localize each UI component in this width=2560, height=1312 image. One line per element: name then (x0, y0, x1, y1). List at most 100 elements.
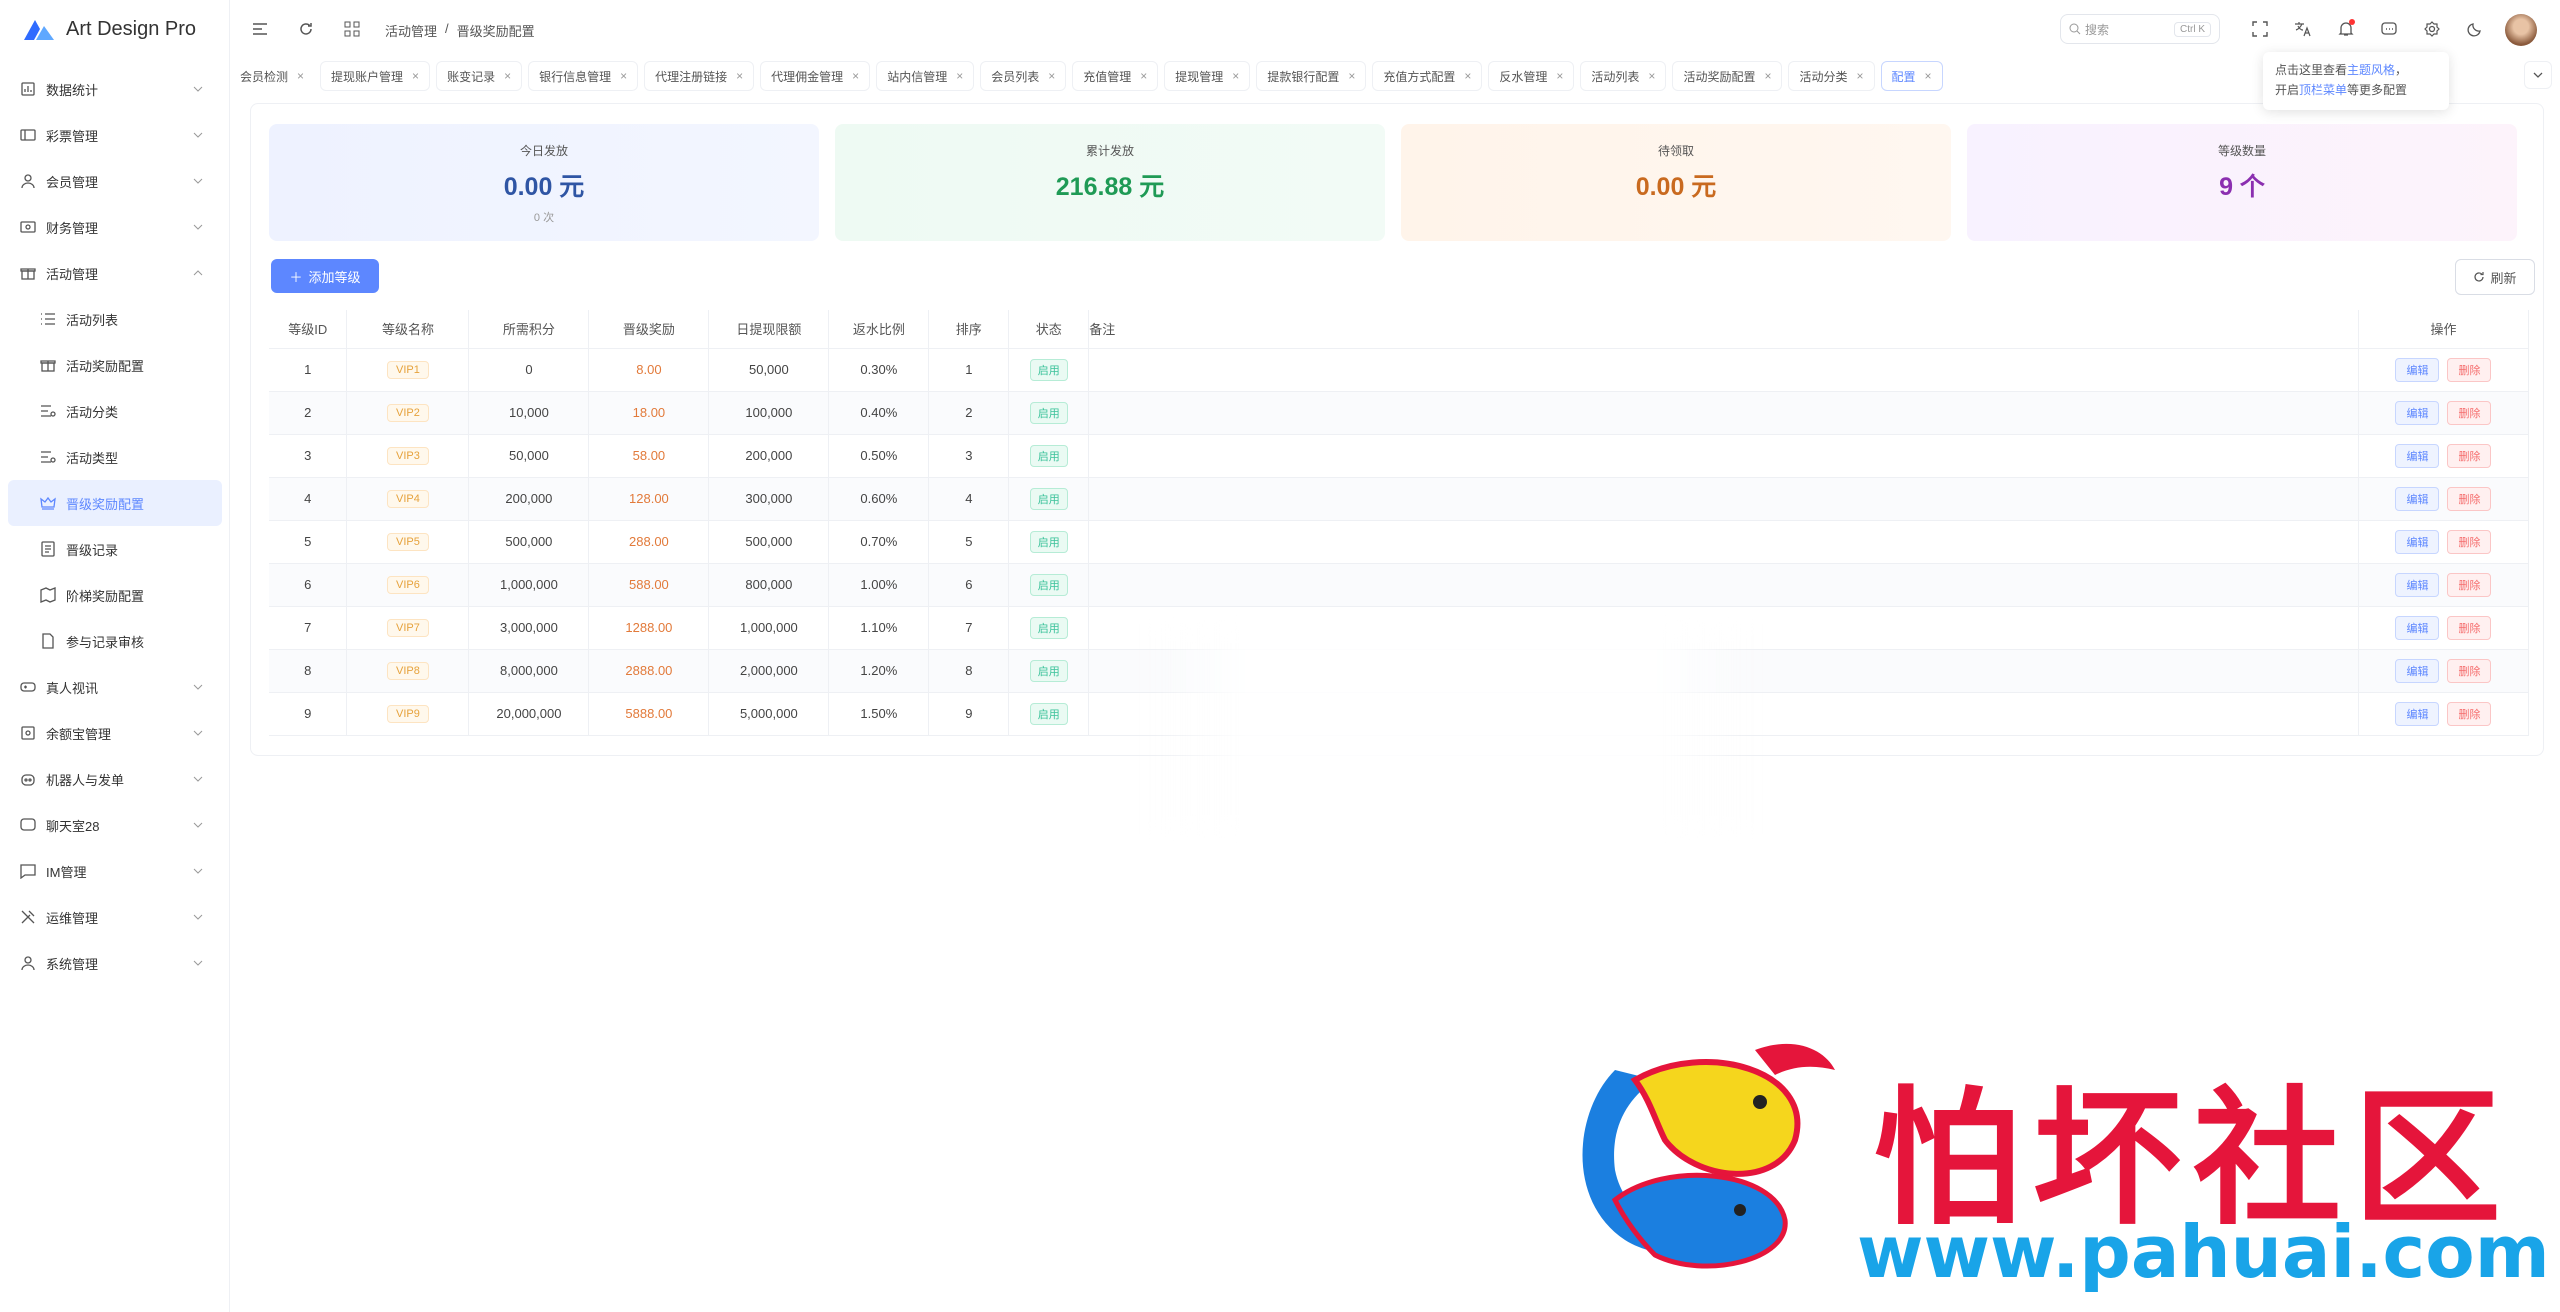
sidebar-item[interactable]: 系统管理 (0, 940, 230, 986)
close-icon[interactable]: × (620, 69, 627, 83)
sidebar-item[interactable]: IM管理 (0, 848, 230, 894)
edit-button[interactable]: 编辑 (2395, 400, 2440, 425)
delete-button[interactable]: 删除 (2447, 615, 2492, 640)
sidebar-item[interactable]: 聊天室28 (0, 802, 230, 848)
chat-icon[interactable] (2379, 19, 2399, 39)
edit-button[interactable]: 编辑 (2395, 658, 2440, 683)
edit-button[interactable]: 编辑 (2395, 615, 2440, 640)
close-icon[interactable]: × (504, 69, 511, 83)
search-input[interactable]: 搜索 Ctrl K (2060, 14, 2220, 44)
list-icon (40, 311, 56, 327)
delete-button[interactable]: 删除 (2447, 486, 2492, 511)
tabs-more-chevron-icon[interactable] (2524, 61, 2552, 89)
page-tab[interactable]: 充值管理 × (1072, 61, 1159, 91)
close-icon[interactable]: × (1856, 69, 1863, 83)
page-tab[interactable]: 配置 × (1880, 61, 1943, 91)
close-icon[interactable]: × (1764, 69, 1771, 83)
cell-limit: 200,000 (708, 434, 830, 478)
page-tab[interactable]: 活动列表 × (1580, 61, 1667, 91)
sidebar-item[interactable]: 余额宝管理 (0, 710, 230, 756)
cell-sort: 8 (928, 649, 1010, 693)
delete-button[interactable]: 删除 (2447, 701, 2492, 726)
sidebar-item[interactable]: 晋级记录 (0, 526, 230, 572)
sidebar-item[interactable]: 机器人与发单 (0, 756, 230, 802)
sidebar-item[interactable]: 参与记录审核 (0, 618, 230, 664)
page-tab[interactable]: 提款银行配置 × (1256, 61, 1367, 91)
close-icon[interactable]: × (1464, 69, 1471, 83)
page-tab[interactable]: 充值方式配置 × (1372, 61, 1483, 91)
sidebar-item[interactable]: 活动类型 (0, 434, 230, 480)
fullscreen-icon[interactable] (2250, 19, 2270, 39)
menu-toggle-icon[interactable] (250, 19, 270, 39)
close-icon[interactable]: × (1925, 69, 1932, 83)
page-tab[interactable]: 代理注册链接 × (644, 61, 755, 91)
status-badge: 启用 (1029, 530, 1068, 553)
app-logo[interactable]: Art Design Pro (22, 14, 196, 44)
close-icon[interactable]: × (1648, 69, 1655, 83)
page-tab[interactable]: 银行信息管理 × (528, 61, 639, 91)
apps-grid-icon[interactable] (342, 19, 362, 39)
delete-button[interactable]: 删除 (2447, 357, 2492, 382)
page-tab[interactable]: 站内信管理 × (876, 61, 975, 91)
close-icon[interactable]: × (1232, 69, 1239, 83)
sidebar-item[interactable]: 财务管理 (0, 204, 230, 250)
sidebar-item[interactable]: 晋级奖励配置 (8, 480, 222, 526)
tooltip-topmenu-link[interactable]: 顶栏菜单 (2299, 83, 2347, 97)
close-icon[interactable]: × (1048, 69, 1055, 83)
edit-button[interactable]: 编辑 (2395, 486, 2440, 511)
status-badge: 启用 (1029, 702, 1068, 725)
close-icon[interactable]: × (1348, 69, 1355, 83)
close-icon[interactable]: × (412, 69, 419, 83)
page-tab[interactable]: 提现账户管理 × (320, 61, 431, 91)
refresh-icon[interactable] (296, 19, 316, 39)
sidebar-item[interactable]: 会员管理 (0, 158, 230, 204)
close-icon[interactable]: × (1140, 69, 1147, 83)
page-tab[interactable]: 会员检测 × (238, 61, 315, 91)
edit-button[interactable]: 编辑 (2395, 443, 2440, 468)
sidebar-item[interactable]: 彩票管理 (0, 112, 230, 158)
delete-button[interactable]: 删除 (2447, 400, 2492, 425)
tooltip-theme-link[interactable]: 主题风格 (2347, 63, 2395, 77)
user-avatar[interactable] (2505, 14, 2537, 46)
cell-bonus: 588.00 (588, 563, 710, 607)
translate-icon[interactable] (2293, 19, 2313, 39)
sidebar-item[interactable]: 活动奖励配置 (0, 342, 230, 388)
dark-mode-moon-icon[interactable] (2465, 19, 2485, 39)
close-icon[interactable]: × (736, 69, 743, 83)
page-tab[interactable]: 反水管理 × (1488, 61, 1575, 91)
close-icon[interactable]: × (852, 69, 859, 83)
delete-button[interactable]: 删除 (2447, 529, 2492, 554)
blurred-overlay (1151, 624, 1751, 834)
delete-button[interactable]: 删除 (2447, 658, 2492, 683)
sidebar-item[interactable]: 活动列表 (0, 296, 230, 342)
sidebar-item[interactable]: 阶梯奖励配置 (0, 572, 230, 618)
edit-button[interactable]: 编辑 (2395, 572, 2440, 597)
page-tab[interactable]: 账变记录 × (436, 61, 523, 91)
breadcrumb-item[interactable]: 活动管理 (385, 21, 437, 40)
page-tab[interactable]: 活动奖励配置 × (1672, 61, 1783, 91)
page-tab[interactable]: 提现管理 × (1164, 61, 1251, 91)
page-tab[interactable]: 活动分类 × (1788, 61, 1875, 91)
sidebar-item[interactable]: 真人视讯 (0, 664, 230, 710)
refresh-button[interactable]: 刷新 (2455, 259, 2535, 295)
edit-button[interactable]: 编辑 (2395, 357, 2440, 382)
close-icon[interactable]: × (1556, 69, 1563, 83)
table-row: 1 VIP1 0 8.00 50,000 0.30% 1 启用 编辑 删除 (269, 348, 2530, 392)
notification-bell-icon[interactable] (2336, 19, 2356, 39)
page-tab[interactable]: 代理佣金管理 × (760, 61, 871, 91)
sidebar-item[interactable]: 数据统计 (0, 66, 230, 112)
close-icon[interactable]: × (956, 69, 963, 83)
refresh-icon (2474, 272, 2485, 282)
add-level-button[interactable]: ＋ 添加等级 (271, 259, 379, 293)
sidebar-item[interactable]: 活动管理 (0, 250, 230, 296)
settings-gear-icon[interactable] (2422, 19, 2442, 39)
delete-button[interactable]: 删除 (2447, 572, 2492, 597)
stat-label: 累计发放 (1085, 144, 1134, 158)
delete-button[interactable]: 删除 (2447, 443, 2492, 468)
sidebar-item[interactable]: 运维管理 (0, 894, 230, 940)
sidebar-item[interactable]: 活动分类 (0, 388, 230, 434)
edit-button[interactable]: 编辑 (2395, 701, 2440, 726)
edit-button[interactable]: 编辑 (2395, 529, 2440, 554)
close-icon[interactable]: × (297, 69, 304, 83)
page-tab[interactable]: 会员列表 × (980, 61, 1067, 91)
